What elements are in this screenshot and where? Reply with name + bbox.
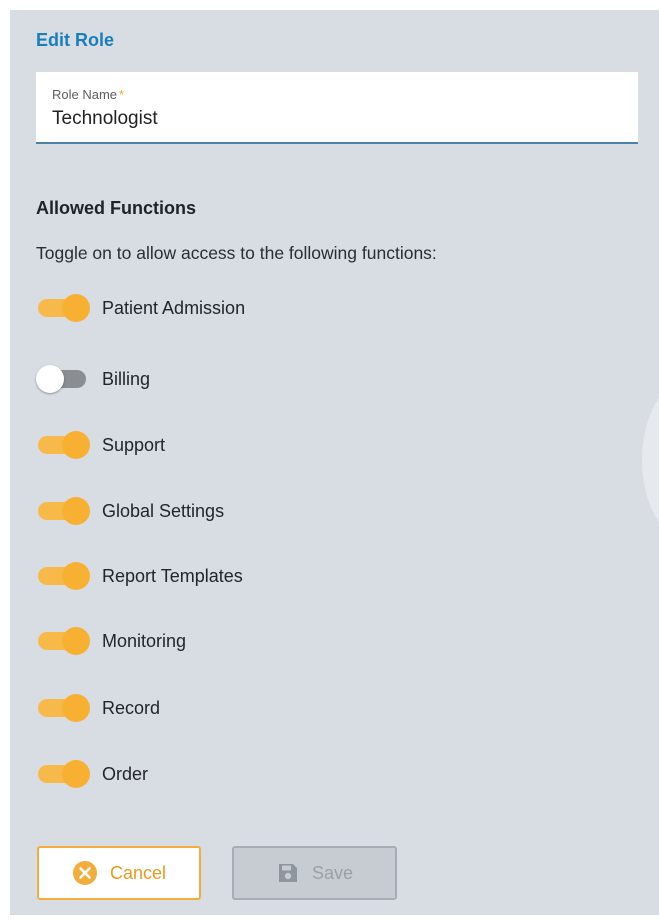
toggle-global-settings[interactable] <box>36 496 90 526</box>
function-row-patient-admission[interactable]: Patient Admission <box>36 293 245 323</box>
toggle-thumb <box>62 760 90 788</box>
page-title: Edit Role <box>36 30 115 50</box>
toggle-thumb <box>62 431 90 459</box>
toggle-patient-admission[interactable] <box>36 293 90 323</box>
toggle-thumb <box>62 562 90 590</box>
function-row-support[interactable]: Support <box>36 430 165 460</box>
floppy-disk-icon <box>278 864 297 882</box>
toggle-report-templates[interactable] <box>36 561 90 591</box>
function-label: Order <box>102 763 149 784</box>
function-row-record[interactable]: Record <box>36 693 160 723</box>
toggle-monitoring[interactable] <box>36 626 90 656</box>
cancel-button-label: Cancel <box>109 862 167 883</box>
toggle-thumb <box>62 294 90 322</box>
save-button-label: Save <box>311 862 354 883</box>
function-row-report-templates[interactable]: Report Templates <box>36 561 243 591</box>
toggle-order[interactable] <box>36 759 90 789</box>
required-marker: * <box>119 87 125 102</box>
role-name-label: Role Name * <box>52 87 124 102</box>
toggle-thumb <box>62 497 90 525</box>
function-row-monitoring[interactable]: Monitoring <box>36 626 186 656</box>
function-label: Support <box>102 434 166 455</box>
close-circle-icon <box>72 861 97 885</box>
function-label: Record <box>102 697 161 718</box>
function-label: Billing <box>102 368 151 389</box>
role-name-field[interactable]: Role Name * <box>36 72 638 144</box>
save-button[interactable]: Save <box>232 846 397 900</box>
toggle-record[interactable] <box>36 693 90 723</box>
function-label: Global Settings <box>102 500 225 521</box>
toggle-thumb <box>36 365 64 393</box>
function-row-global-settings[interactable]: Global Settings <box>36 496 224 526</box>
function-label: Monitoring <box>102 630 187 651</box>
toggle-thumb <box>62 627 90 655</box>
function-row-order[interactable]: Order <box>36 759 148 789</box>
role-name-label-text: Role Name <box>52 87 118 102</box>
role-name-input[interactable] <box>52 108 622 130</box>
cancel-button[interactable]: Cancel <box>37 846 201 900</box>
function-label: Patient Admission <box>102 297 246 318</box>
toggle-support[interactable] <box>36 430 90 460</box>
function-row-billing[interactable]: Billing <box>36 364 150 394</box>
allowed-functions-title: Allowed Functions <box>36 198 196 218</box>
background-shape <box>642 370 659 550</box>
function-label: Report Templates <box>102 565 243 586</box>
toggle-thumb <box>62 694 90 722</box>
toggle-billing[interactable] <box>36 364 90 394</box>
allowed-functions-description: Toggle on to allow access to the followi… <box>36 243 437 263</box>
edit-role-panel: Edit Role Role Name* Allowed Functions T… <box>10 10 659 915</box>
